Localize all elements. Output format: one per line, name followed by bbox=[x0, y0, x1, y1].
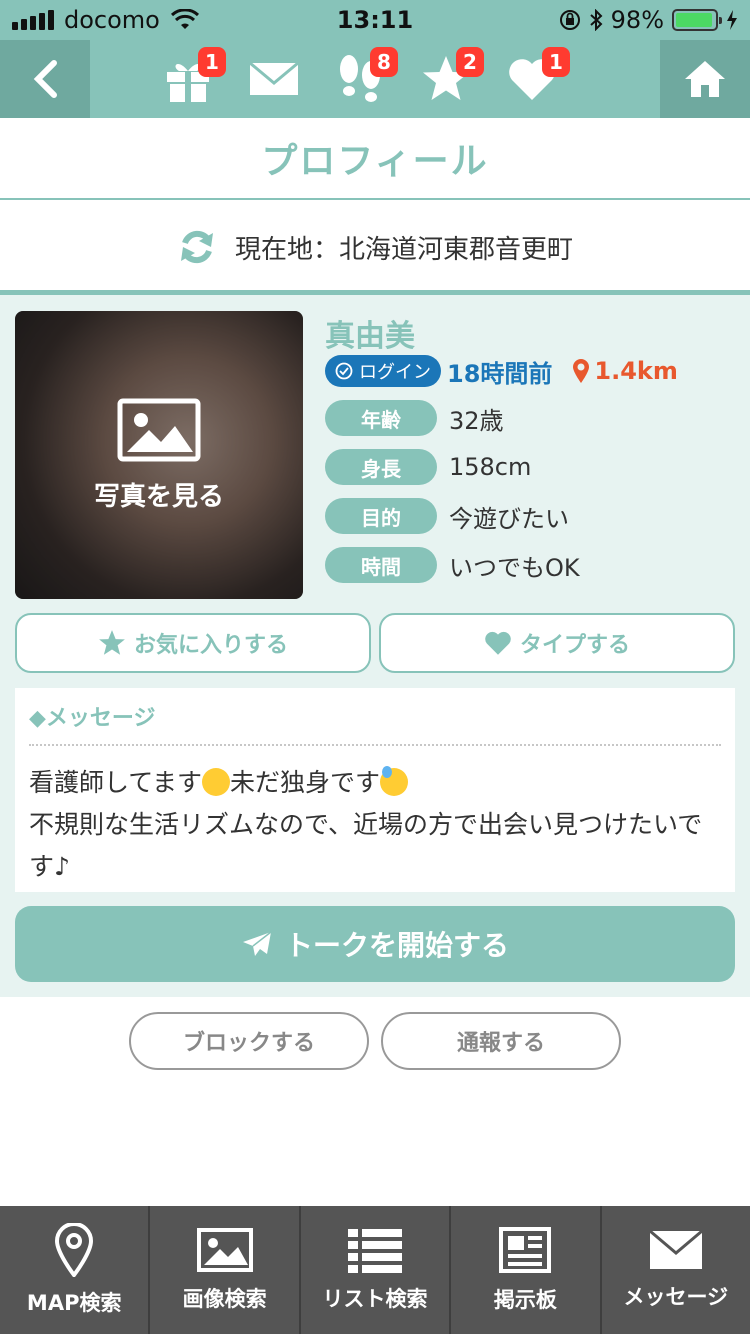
attribute-label: 身長 bbox=[325, 449, 437, 485]
tab-label: 画像検索 bbox=[182, 1287, 267, 1311]
tab-label: 掲示板 bbox=[493, 1288, 557, 1312]
sweat-emoji-icon bbox=[380, 766, 409, 796]
attribute-age: 年齢 32歳 bbox=[325, 400, 735, 436]
report-button[interactable]: 通報する bbox=[381, 1012, 621, 1070]
home-icon bbox=[685, 61, 725, 97]
profile-name: 真由美 bbox=[325, 319, 415, 354]
bluetooth-icon bbox=[589, 9, 603, 31]
footprints-badge: 8 bbox=[370, 47, 398, 77]
tab-bulletin-board[interactable]: 掲示板 bbox=[451, 1206, 602, 1334]
gift-badge: 1 bbox=[198, 47, 226, 77]
battery-icon bbox=[672, 9, 722, 31]
map-pin-icon bbox=[55, 1223, 94, 1277]
status-right: 98% bbox=[559, 6, 738, 34]
message-heading: ◆メッセージ bbox=[29, 700, 721, 746]
location-bar[interactable]: 現在地：北海道河東郡音更町 bbox=[0, 202, 750, 292]
report-label: 通報する bbox=[456, 1031, 545, 1056]
send-icon bbox=[242, 931, 272, 956]
battery-percent: 98% bbox=[610, 6, 664, 34]
attribute-time: 時間 いつでもOK bbox=[325, 547, 735, 583]
nav-bar: 1 8 2 1 bbox=[0, 40, 750, 118]
check-circle-icon bbox=[335, 362, 353, 380]
star-badge: 2 bbox=[456, 47, 484, 77]
star-button[interactable]: 2 bbox=[418, 47, 484, 107]
attribute-purpose: 目的 今遊びたい bbox=[325, 498, 735, 534]
heart-button[interactable]: 1 bbox=[504, 47, 570, 107]
last-login: 18時間前 bbox=[447, 359, 553, 388]
chevron-left-icon bbox=[33, 60, 57, 98]
page-title: プロフィール bbox=[261, 141, 489, 182]
tab-image-search[interactable]: 画像検索 bbox=[150, 1206, 301, 1334]
page-header: プロフィール bbox=[0, 118, 750, 200]
attribute-value: 158cm bbox=[449, 453, 532, 481]
login-status-row: ログイン 18時間前 1.4km bbox=[325, 355, 735, 388]
smile-emoji-icon bbox=[202, 768, 231, 796]
favorite-label: お気に入りする bbox=[133, 633, 288, 658]
view-photo-label: 写真を見る bbox=[93, 481, 224, 512]
tab-map-search[interactable]: MAP検索 bbox=[0, 1206, 151, 1334]
distance-value: 1.4km bbox=[594, 357, 678, 385]
message-line2: 不規則な生活リズムなので、近場の方で出会い見つけたいです♪ bbox=[29, 810, 703, 881]
back-button[interactable] bbox=[0, 40, 90, 118]
newspaper-icon bbox=[499, 1227, 552, 1273]
attribute-value: いつでもOK bbox=[449, 553, 580, 582]
mail-icon bbox=[249, 61, 299, 95]
tab-messages[interactable]: メッセージ bbox=[602, 1206, 750, 1334]
message-line1-b: 未だ独身です bbox=[230, 768, 381, 797]
start-talk-button[interactable]: トークを開始する bbox=[15, 906, 735, 982]
image-icon bbox=[196, 1228, 253, 1272]
heart-icon bbox=[485, 631, 511, 655]
home-button[interactable] bbox=[660, 40, 750, 118]
list-icon bbox=[348, 1229, 403, 1273]
attribute-label: 時間 bbox=[325, 547, 437, 583]
footprints-button[interactable]: 8 bbox=[332, 47, 398, 107]
photo-overlay: 写真を見る bbox=[15, 311, 303, 599]
image-icon bbox=[117, 398, 201, 461]
block-label: ブロックする bbox=[182, 1031, 315, 1056]
attribute-label: 年齢 bbox=[325, 400, 437, 436]
attribute-height: 身長 158cm bbox=[325, 449, 735, 485]
tab-list-search[interactable]: リスト検索 bbox=[301, 1206, 452, 1334]
top-bar: docomo 13:11 98% 1 8 2 1 bbox=[0, 0, 750, 118]
type-button[interactable]: タイプする bbox=[379, 613, 735, 673]
attribute-label: 目的 bbox=[325, 498, 437, 534]
mail-icon bbox=[648, 1229, 703, 1269]
block-button[interactable]: ブロックする bbox=[129, 1012, 369, 1070]
type-label: タイプする bbox=[519, 633, 630, 658]
message-body: 看護師してます 未だ独身です 不規則な生活リズムなので、近場の方で出会い見つけたい… bbox=[29, 762, 721, 888]
message-line1-a: 看護師してます bbox=[29, 768, 203, 797]
gift-button[interactable]: 1 bbox=[160, 47, 226, 107]
orientation-lock-icon bbox=[559, 10, 580, 30]
location-pin-icon bbox=[573, 359, 590, 383]
tab-bar: MAP検索 画像検索 リスト検索 掲示板 メッセージ bbox=[0, 1206, 750, 1334]
tab-label: メッセージ bbox=[623, 1285, 729, 1309]
profile-photo[interactable]: 写真を見る bbox=[15, 311, 303, 599]
attribute-value: 32歳 bbox=[449, 406, 504, 435]
heart-badge: 1 bbox=[542, 47, 570, 77]
login-badge: ログイン bbox=[325, 355, 441, 387]
secondary-actions: ブロックする 通報する bbox=[0, 1012, 750, 1070]
profile-actions: お気に入りする タイプする bbox=[15, 613, 735, 673]
profile-info: 真由美 ログイン 18時間前 1.4km 年齢 32歳 身長 158cm 目的 … bbox=[325, 311, 735, 583]
login-label: ログイン bbox=[359, 362, 431, 383]
tab-label: リスト検索 bbox=[322, 1287, 428, 1311]
charging-icon bbox=[727, 10, 737, 30]
start-talk-label: トークを開始する bbox=[284, 929, 509, 962]
profile-section: 写真を見る 真由美 ログイン 18時間前 1.4km 年齢 32歳 身長 158… bbox=[0, 295, 750, 997]
message-box: ◆メッセージ 看護師してます 未だ独身です 不規則な生活リズムなので、近場の方で出… bbox=[15, 688, 735, 892]
status-bar: docomo 13:11 98% bbox=[0, 0, 750, 40]
favorite-button[interactable]: お気に入りする bbox=[15, 613, 371, 673]
refresh-icon[interactable] bbox=[177, 227, 217, 267]
attribute-value: 今遊びたい bbox=[449, 504, 569, 533]
star-icon bbox=[99, 630, 125, 655]
tab-label: MAP検索 bbox=[26, 1291, 122, 1315]
mail-button[interactable] bbox=[246, 51, 302, 107]
distance: 1.4km bbox=[572, 357, 678, 385]
notification-icons: 1 8 2 1 bbox=[160, 40, 570, 118]
location-text: 現在地：北海道河東郡音更町 bbox=[234, 234, 573, 265]
